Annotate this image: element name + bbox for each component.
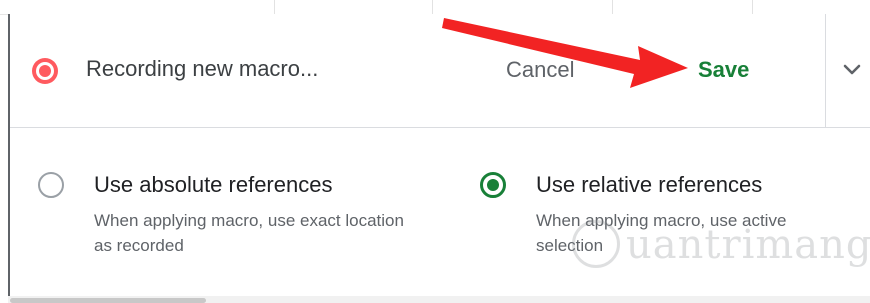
macro-recording-screenshot: Recording new macro... Cancel Save Use a…	[0, 0, 870, 303]
header-divider	[825, 14, 826, 127]
recording-status-label: Recording new macro...	[86, 56, 319, 81]
chevron-down-icon	[843, 64, 861, 75]
horizontal-scrollbar-thumb[interactable]	[10, 298, 206, 303]
absolute-references-title: Use absolute references	[94, 172, 333, 197]
macro-recording-panel: Recording new macro... Cancel Save Use a…	[8, 14, 870, 296]
relative-references-description: When applying macro, use active selectio…	[536, 211, 787, 255]
absolute-references-description: When applying macro, use exact location …	[94, 211, 404, 255]
relative-references-title: Use relative references	[536, 172, 763, 197]
collapse-panel-button[interactable]	[834, 52, 870, 88]
absolute-references-radio[interactable]	[38, 172, 64, 198]
spreadsheet-grid-edge	[0, 0, 870, 15]
relative-references-radio[interactable]	[480, 172, 506, 198]
annotation-arrow-icon	[442, 18, 688, 88]
record-dot-icon	[32, 58, 58, 84]
